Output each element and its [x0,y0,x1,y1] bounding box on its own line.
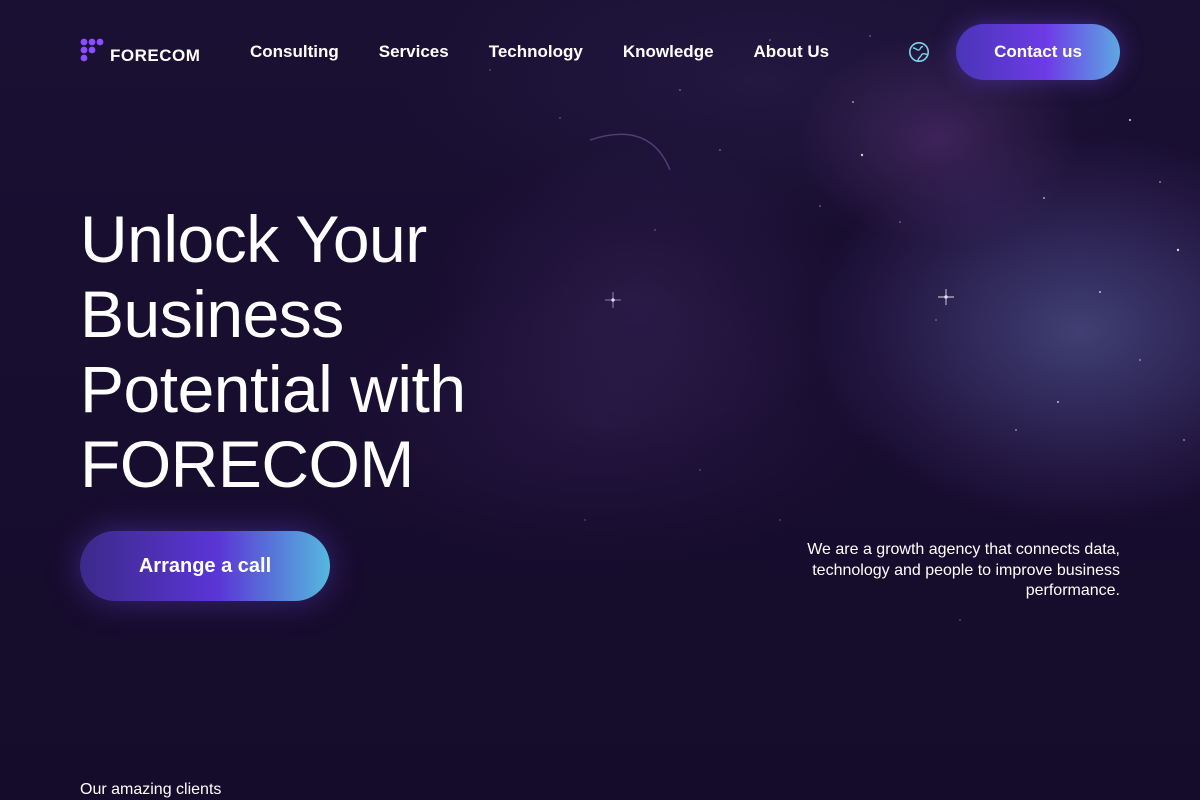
main-nav: Consulting Services Technology Knowledge… [250,42,829,62]
site-header: FORECOM Consulting Services Technology K… [0,0,1200,104]
hero-title-line: FORECOM [80,427,414,501]
sparkle-stars [605,289,954,308]
arrange-call-button[interactable]: Arrange a call [80,531,330,601]
brand-name: FORECOM [110,46,201,65]
contact-us-button[interactable]: Contact us [956,24,1120,80]
hero-title: Unlock Your Business Potential with FORE… [80,202,640,502]
nav-item-technology[interactable]: Technology [489,42,583,62]
nav-item-services[interactable]: Services [379,42,449,62]
hero-title-line: Potential with [80,352,466,426]
brand-logo[interactable]: FORECOM [80,38,200,66]
nav-item-knowledge[interactable]: Knowledge [623,42,714,62]
clients-section-label: Our amazing clients [80,781,222,798]
globe-icon[interactable] [908,41,930,63]
nav-item-consulting[interactable]: Consulting [250,42,339,62]
hero-title-line: Unlock Your [80,202,427,276]
hero-title-line: Business [80,277,344,351]
landing-page: FORECOM Consulting Services Technology K… [0,0,1200,800]
hero-tagline: We are a growth agency that connects dat… [807,541,1120,599]
nav-item-about-us[interactable]: About Us [754,42,830,62]
forecom-logo-icon [80,38,104,62]
